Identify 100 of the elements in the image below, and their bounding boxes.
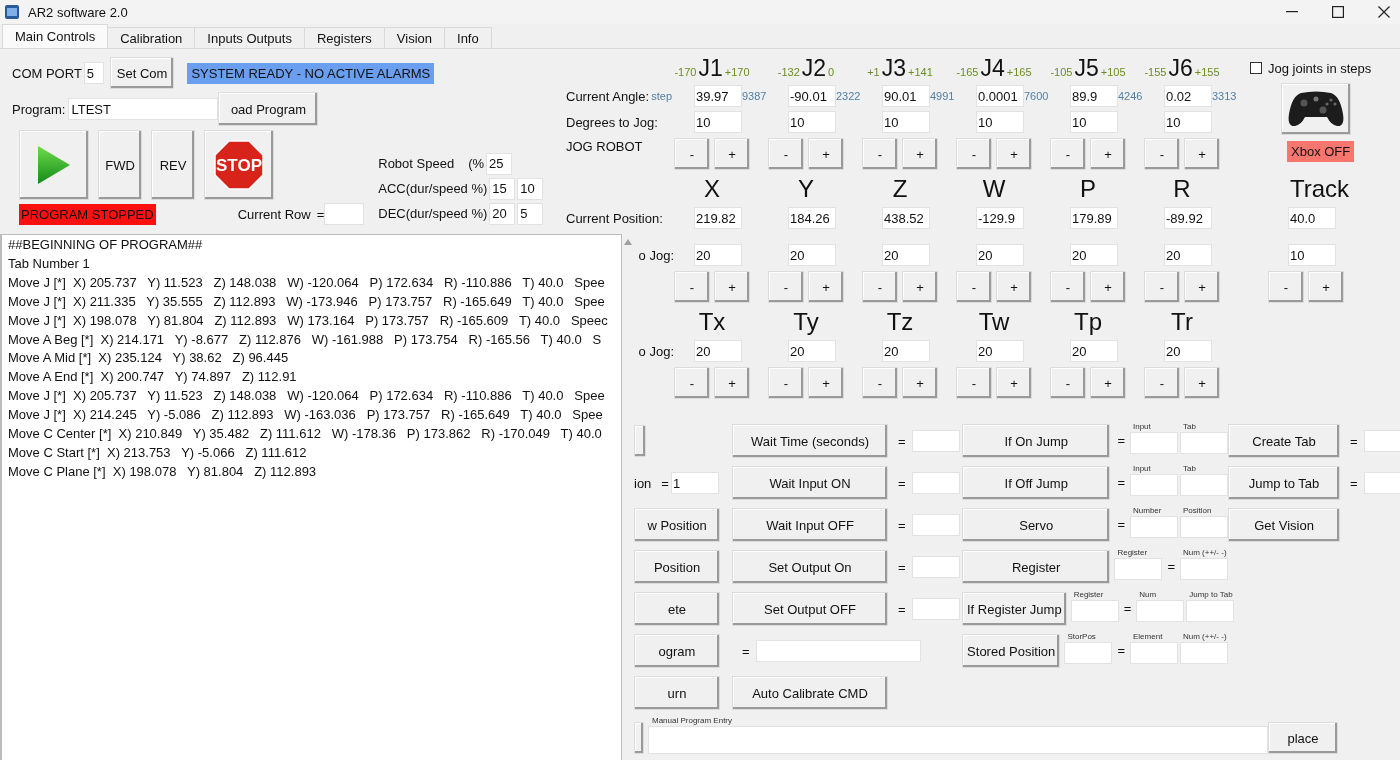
parameter-field[interactable] [1130,516,1178,538]
close-icon[interactable] [1378,6,1390,18]
parameter-field[interactable] [1136,600,1185,622]
jog-plus-button[interactable]: + [996,367,1032,399]
track-plus-button[interactable]: + [1308,271,1344,303]
jog-plus-button[interactable]: + [996,271,1032,303]
parameter-field[interactable] [1070,600,1119,622]
jog-minus-button[interactable]: - [956,271,992,303]
tool-jog-field[interactable]: 20 [694,340,742,362]
program-line[interactable]: Move A Beg [*] X) 214.171 Y) -8.677 Z) 112.876 W) -161.988 P) 173.754 R) -165.56 T) 40.0 S [8,330,621,350]
jog-minus-button[interactable]: - [1144,138,1180,170]
track-jog-field[interactable]: 10 [1288,244,1336,266]
command-field[interactable] [911,514,960,536]
parameter-field[interactable] [1130,432,1178,454]
program-line[interactable]: Move J [*] X) 198.078 Y) 81.804 Z) 112.893 W) 173.164 P) 173.757 R) -165.609 T) 40.0 Speec [8,311,621,331]
jog-distance-field[interactable]: 20 [788,244,836,266]
tool-jog-field[interactable]: 20 [1070,340,1118,362]
command-button[interactable]: w Position [634,508,720,542]
jog-distance-field[interactable]: 20 [976,244,1024,266]
command-field[interactable] [911,556,960,578]
jog-minus-button[interactable]: - [1050,367,1086,399]
parameter-field[interactable] [1114,558,1163,580]
jog-minus-button[interactable]: - [1144,367,1180,399]
set-com-button[interactable]: Set Com [109,57,175,89]
program-line[interactable]: Move A End [*] X) 200.747 Y) 74.897 Z) 112.91 [8,368,621,388]
minimize-icon[interactable] [1286,11,1298,13]
program-line[interactable]: Move C Center [*] X) 210.849 Y) 35.482 Z) 111.612 W) -178.36 P) 173.862 R) -170.049 T) 40.0 [8,425,621,444]
jog-distance-field[interactable]: 20 [882,244,930,266]
load-program-button[interactable]: oad Program [218,92,319,126]
jog-minus-button[interactable]: - [956,367,992,399]
partial-button[interactable] [634,425,646,457]
angle-field[interactable]: 90.01 [882,85,930,107]
program-line[interactable]: Move J [*] X) 205.737 Y) 11.523 Z) 148.038 W) -120.064 P) 172.634 R) -110.886 T) 40.0 Spee [8,387,621,407]
tool-jog-field[interactable]: 20 [1164,340,1212,362]
program-field[interactable]: LTEST [68,98,219,120]
parameter-field[interactable] [1186,600,1235,622]
command-button[interactable]: ete [634,592,720,626]
command-button[interactable]: If On Jump [962,424,1111,458]
jog-plus-button[interactable]: + [1184,271,1220,303]
command-button[interactable]: Position [634,550,720,584]
command-field[interactable] [1363,430,1400,452]
parameter-field[interactable] [1180,432,1228,454]
position-field[interactable]: 184.26 [788,207,836,229]
command-field[interactable] [1363,472,1400,494]
angle-field[interactable]: 0.0001 [976,85,1024,107]
play-button[interactable] [19,130,89,200]
jog-minus-button[interactable]: - [862,271,898,303]
position-field[interactable]: -89.92 [1164,207,1212,229]
tool-jog-field[interactable]: 20 [882,340,930,362]
jog-minus-button[interactable]: - [768,138,804,170]
speed-field[interactable]: 20 [489,202,516,225]
jog-minus-button[interactable]: - [1050,271,1086,303]
jog-minus-button[interactable]: - [768,367,804,399]
angle-field[interactable]: -90.01 [788,85,836,107]
jog-minus-button[interactable]: - [674,271,710,303]
jog-plus-button[interactable]: + [902,367,938,399]
angle-field[interactable]: 89.9 [1070,85,1118,107]
tab[interactable]: Main Controls [2,24,109,48]
partial-button[interactable] [634,722,644,754]
jog-minus-button[interactable]: - [674,367,710,399]
program-line[interactable]: ##BEGINNING OF PROGRAM## [8,236,621,255]
current-row-field[interactable] [324,203,365,225]
jog-distance-field[interactable]: 20 [694,244,742,266]
jog-plus-button[interactable]: + [902,138,938,170]
speed-field[interactable]: 5 [517,202,544,225]
command-button[interactable]: If Off Jump [962,466,1111,500]
jog-plus-button[interactable]: + [1090,367,1126,399]
program-line[interactable]: Move J [*] X) 211.335 Y) 35.555 Z) 112.893 W) -173.946 P) 173.757 R) -165.649 T) 40.0 Spee [8,292,621,312]
checkbox[interactable] [1250,62,1262,74]
command-field[interactable] [911,598,960,620]
jog-distance-field[interactable]: 20 [1164,244,1212,266]
command-field[interactable]: 1 [670,472,719,494]
jog-minus-button[interactable]: - [862,367,898,399]
parameter-field[interactable] [1180,558,1228,580]
angle-field[interactable]: 0.02 [1164,85,1212,107]
jog-degrees-field[interactable]: 10 [694,111,742,133]
command-button[interactable]: If Register Jump [962,592,1067,626]
command-button[interactable]: Auto Calibrate CMD [732,676,888,710]
tool-jog-field[interactable]: 20 [976,340,1024,362]
jog-plus-button[interactable]: + [808,271,844,303]
jog-minus-button[interactable]: - [768,271,804,303]
command-button[interactable]: Set Output OFF [732,592,888,626]
com-port-field[interactable]: 5 [83,62,104,84]
controller-button[interactable] [1281,83,1351,135]
position-field[interactable]: 438.52 [882,207,930,229]
command-button[interactable]: Register [962,550,1111,584]
jog-minus-button[interactable]: - [862,138,898,170]
parameter-field[interactable] [1130,642,1178,664]
jog-degrees-field[interactable]: 10 [1164,111,1212,133]
jog-degrees-field[interactable]: 10 [1070,111,1118,133]
jog-plus-button[interactable]: + [808,367,844,399]
jog-plus-button[interactable]: + [1090,138,1126,170]
jog-plus-button[interactable]: + [714,367,750,399]
command-field[interactable] [911,472,960,494]
replace-button[interactable]: place [1268,722,1338,754]
track-minus-button[interactable]: - [1268,271,1304,303]
speed-field[interactable]: 15 [489,177,516,200]
speed-field[interactable]: 10 [517,177,544,200]
command-button[interactable]: Servo [962,508,1111,542]
angle-field[interactable]: 39.97 [694,85,742,107]
